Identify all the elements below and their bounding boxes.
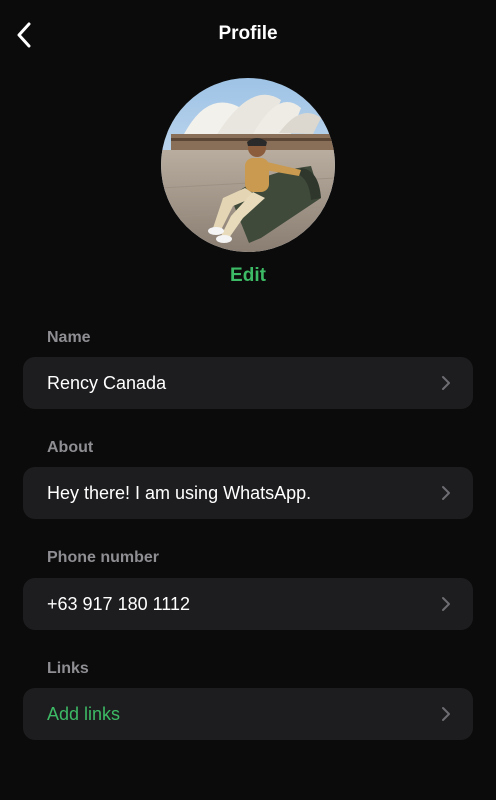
about-row[interactable]: Hey there! I am using WhatsApp. xyxy=(23,467,473,519)
name-label: Name xyxy=(47,329,91,346)
phone-row[interactable]: +63 917 180 1112 xyxy=(23,578,473,630)
nav-bar: Profile xyxy=(0,0,496,70)
profile-screen: Profile Edit Name Rency Canada About Hey… xyxy=(0,0,496,800)
name-value: Rency Canada xyxy=(47,373,167,393)
phone-value: +63 917 180 1112 xyxy=(47,594,190,614)
avatar[interactable] xyxy=(161,78,335,252)
about-label: About xyxy=(47,439,94,456)
phone-label: Phone number xyxy=(47,549,160,566)
chevron-right-icon xyxy=(442,597,450,611)
about-value: Hey there! I am using WhatsApp. xyxy=(47,483,312,503)
chevron-right-icon xyxy=(442,376,450,390)
chevron-right-icon xyxy=(442,486,450,500)
name-row[interactable]: Rency Canada xyxy=(23,357,473,409)
links-row[interactable]: Add links xyxy=(23,688,473,740)
page-title: Profile xyxy=(218,23,278,44)
add-links-value: Add links xyxy=(47,704,121,724)
links-label: Links xyxy=(47,660,89,677)
edit-avatar-button[interactable]: Edit xyxy=(0,265,496,287)
profile-photo xyxy=(161,78,335,252)
chevron-right-icon xyxy=(442,707,450,721)
